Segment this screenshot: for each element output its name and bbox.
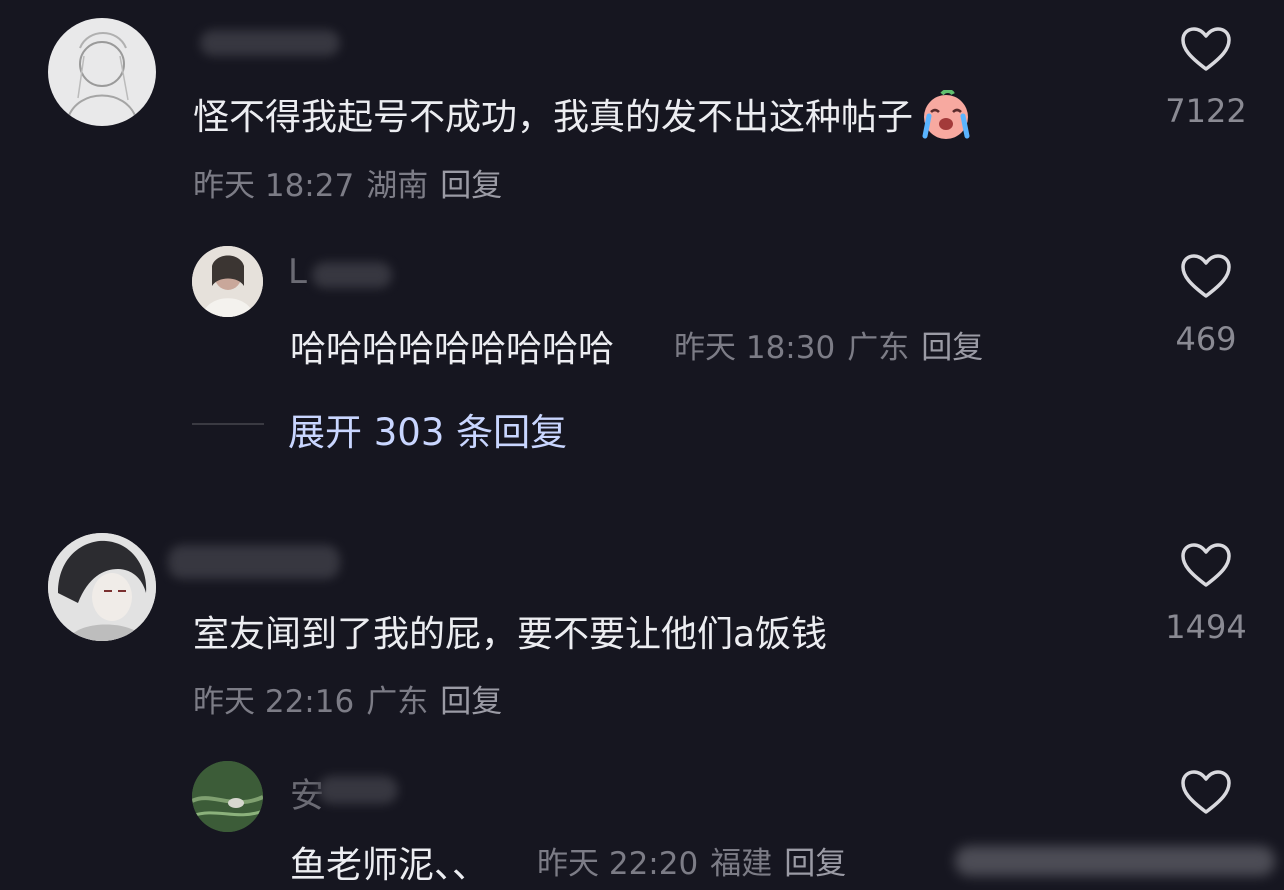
avatar[interactable] — [48, 18, 156, 126]
reply-button[interactable]: 回复 — [440, 684, 502, 720]
username-blurred[interactable] — [318, 776, 398, 804]
username-blurred[interactable] — [312, 262, 392, 288]
username-initial[interactable]: L — [288, 252, 307, 292]
comment-meta: 昨天 22:20 福建 回复 — [537, 838, 858, 883]
expand-divider — [192, 423, 264, 425]
like-count: 7122 — [1165, 92, 1247, 130]
heart-icon[interactable] — [1180, 253, 1232, 299]
comment-meta: 昨天 18:27 湖南 回复 — [193, 160, 514, 205]
like-count: 1494 — [1165, 608, 1247, 646]
comment-meta: 昨天 22:16 广东 回复 — [193, 676, 514, 721]
crying-face-emoji-icon — [917, 88, 975, 149]
avatar[interactable] — [192, 246, 263, 317]
comment-meta: 昨天 18:30 广东 回复 — [674, 322, 995, 367]
comment-text: 怪不得我起号不成功，我真的发不出这种帖子 — [193, 88, 975, 149]
timestamp: 昨天 18:30 — [674, 330, 836, 366]
comment-text: 室友闻到了我的屁，要不要让他们a饭钱 — [193, 614, 828, 655]
timestamp: 昨天 18:27 — [193, 168, 355, 204]
expand-replies-link[interactable]: 展开 303 条回复 — [288, 402, 567, 456]
location: 广东 — [366, 684, 429, 720]
location: 广东 — [847, 330, 910, 366]
timestamp: 昨天 22:16 — [193, 684, 355, 720]
location: 湖南 — [366, 168, 429, 204]
comment-text: 鱼老师泥、、 — [290, 845, 489, 886]
reply-button[interactable]: 回复 — [784, 846, 846, 882]
reply-button[interactable]: 回复 — [440, 168, 502, 204]
reply-button[interactable]: 回复 — [921, 330, 983, 366]
timestamp: 昨天 22:20 — [537, 846, 699, 882]
heart-icon[interactable] — [1180, 26, 1232, 72]
avatar[interactable] — [48, 533, 156, 641]
avatar[interactable] — [192, 761, 263, 832]
like-count: 469 — [1175, 320, 1237, 358]
username-blurred[interactable] — [168, 545, 340, 579]
comment-text: 哈哈哈哈哈哈哈哈哈 — [290, 329, 615, 370]
username-blurred[interactable] — [200, 30, 340, 56]
heart-icon[interactable] — [1180, 542, 1232, 588]
heart-icon[interactable] — [1180, 769, 1232, 815]
location: 福建 — [710, 846, 773, 882]
watermark-blurred — [955, 846, 1275, 876]
